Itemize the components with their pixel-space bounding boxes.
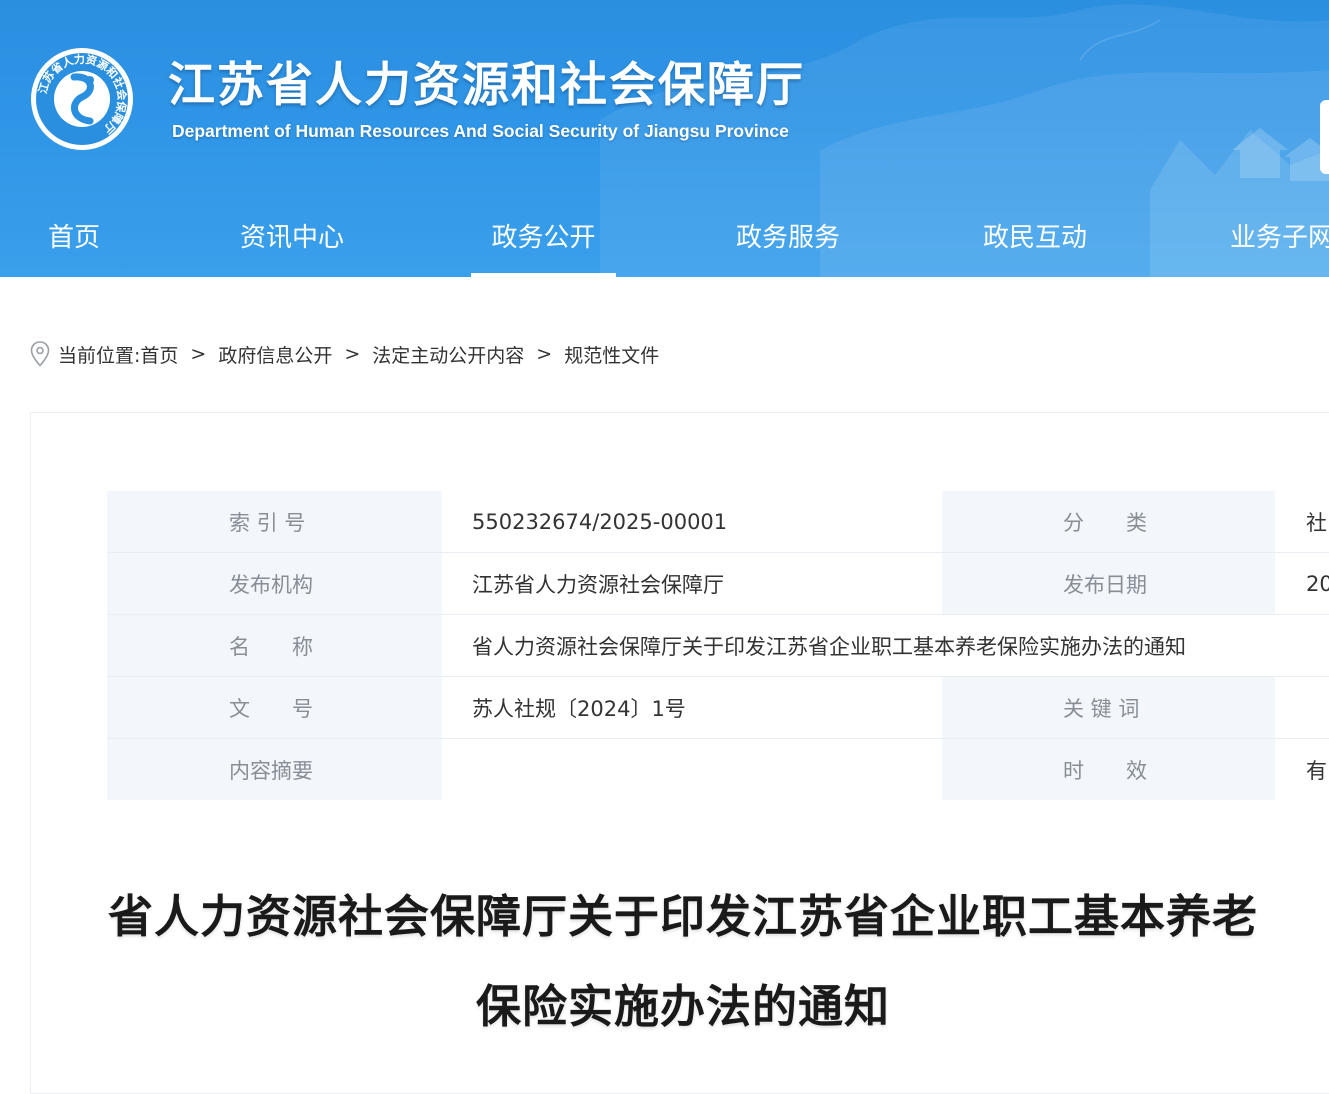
side-tab[interactable] xyxy=(1320,100,1329,174)
nav-item-gov-info[interactable]: 政务公开 xyxy=(471,200,616,277)
breadcrumb-separator: > xyxy=(344,343,361,365)
info-value-publisher: 江苏省人力资源社会保障厅 xyxy=(442,552,942,615)
info-label-name: 名 称 xyxy=(107,614,442,677)
info-row-name: 名 称 省人力资源社会保障厅关于印发江苏省企业职工基本养老保险实施办法的通知 xyxy=(107,614,1329,677)
info-label-publish-date: 发布日期 xyxy=(942,552,1275,615)
info-value-name: 省人力资源社会保障厅关于印发江苏省企业职工基本养老保险实施办法的通知 xyxy=(442,614,1329,677)
nav-item-subsites[interactable]: 业务子网 xyxy=(1230,200,1329,277)
info-row-publisher: 发布机构 江苏省人力资源社会保障厅 发布日期 20 xyxy=(107,552,1329,615)
nav-item-gov-service[interactable]: 政务服务 xyxy=(736,200,840,277)
breadcrumb-separator: > xyxy=(536,343,553,365)
breadcrumb-normative-docs[interactable]: 规范性文件 xyxy=(564,341,659,368)
info-value-summary xyxy=(442,738,942,800)
document-info-table: 索 引 号 550232674/2025-00001 分 类 社 发布机构 江苏… xyxy=(107,491,1329,800)
info-value-doc-number: 苏人社规〔2024〕1号 xyxy=(442,676,942,739)
document-title-line-1: 省人力资源社会保障厅关于印发江苏省企业职工基本养老 xyxy=(107,890,1258,943)
info-label-keywords: 关 键 词 xyxy=(942,676,1275,739)
info-value-keywords xyxy=(1275,676,1329,739)
info-label-summary: 内容摘要 xyxy=(107,738,442,800)
breadcrumb-home[interactable]: 首页 xyxy=(140,341,178,368)
main-nav: 首页 资讯中心 政务公开 政务服务 政民互动 业务子网 xyxy=(0,200,1329,277)
info-row-summary: 内容摘要 时 效 有 xyxy=(107,738,1329,800)
info-label-index-number: 索 引 号 xyxy=(107,491,442,553)
info-value-publish-date: 20 xyxy=(1275,552,1329,615)
site-title: 江苏省人力资源和社会保障厅 xyxy=(168,58,805,113)
info-label-doc-number: 文 号 xyxy=(107,676,442,739)
site-header: 江苏省人力资源和社会保障厅 江苏省人力资源和社会保障厅 Department o… xyxy=(0,0,1329,277)
department-logo: 江苏省人力资源和社会保障厅 xyxy=(31,48,133,150)
info-label-category: 分 类 xyxy=(942,491,1275,553)
site-subtitle: Department of Human Resources And Social… xyxy=(172,121,789,141)
info-value-category: 社 xyxy=(1275,491,1329,553)
info-label-validity: 时 效 xyxy=(942,738,1275,800)
nav-active-indicator xyxy=(471,273,616,277)
nav-item-news[interactable]: 资讯中心 xyxy=(240,200,344,277)
breadcrumb-statutory-content[interactable]: 法定主动公开内容 xyxy=(372,341,524,368)
location-pin-icon xyxy=(30,341,50,367)
nav-item-home[interactable]: 首页 xyxy=(48,200,100,277)
document-title: 省人力资源社会保障厅关于印发江苏省企业职工基本养老 保险实施办法的通知 xyxy=(60,872,1306,1052)
nav-item-interaction[interactable]: 政民互动 xyxy=(983,200,1087,277)
breadcrumb: 当前位置: 首页 > 政府信息公开 > 法定主动公开内容 > 规范性文件 xyxy=(30,337,659,371)
breadcrumb-gov-info[interactable]: 政府信息公开 xyxy=(218,341,332,368)
info-value-validity: 有 xyxy=(1275,738,1329,800)
breadcrumb-prefix: 当前位置: xyxy=(58,344,141,367)
info-row-doc-number: 文 号 苏人社规〔2024〕1号 关 键 词 xyxy=(107,676,1329,739)
info-label-publisher: 发布机构 xyxy=(107,552,442,615)
info-value-index-number: 550232674/2025-00001 xyxy=(442,491,942,553)
info-row-index: 索 引 号 550232674/2025-00001 分 类 社 xyxy=(107,491,1329,553)
nav-item-gov-info-label: 政务公开 xyxy=(491,223,596,253)
breadcrumb-separator: > xyxy=(190,343,207,365)
document-title-line-2: 保险实施办法的通知 xyxy=(475,980,890,1033)
